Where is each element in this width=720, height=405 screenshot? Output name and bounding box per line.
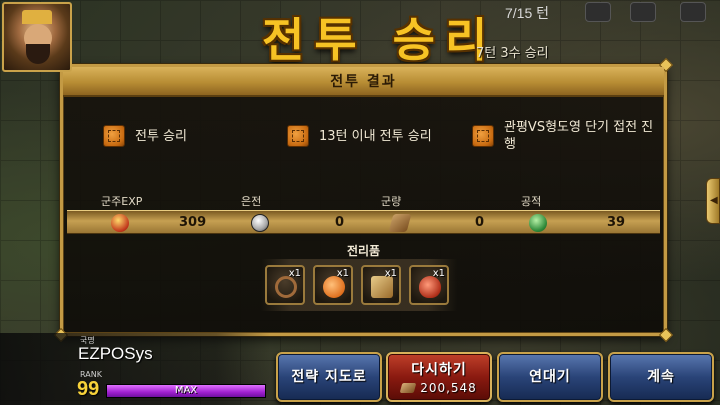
rewards-bar: 309 0 0 39: [67, 210, 660, 234]
avatar[interactable]: [2, 2, 72, 72]
arrow-left-icon: ◀: [710, 195, 718, 206]
exp-label: 군주EXP: [101, 195, 143, 208]
hud-menu-button[interactable]: [585, 2, 611, 22]
loot-item[interactable]: x1: [313, 265, 353, 305]
condition-text: 관평VS형도영 단기 접전 진행: [504, 120, 654, 152]
side-drawer-tab[interactable]: ◀: [706, 178, 720, 224]
scroll-bundle-icon: [371, 276, 393, 298]
food-value: 0: [475, 215, 485, 230]
victory-condition: 관평VS형도영 단기 접전 진행: [472, 119, 654, 153]
panel-header-title: 전투 결과: [330, 74, 397, 90]
player-name: EZPOSys: [78, 344, 153, 363]
loot-title: 전리품: [346, 244, 381, 258]
silver-value: 0: [335, 215, 345, 230]
crown-shape: [22, 10, 52, 24]
loot-qty: x1: [288, 268, 301, 279]
loot-qty: x1: [432, 268, 445, 279]
loot-item[interactable]: x1: [409, 265, 449, 305]
strategy-map-button[interactable]: 전략 지도로: [276, 352, 382, 402]
victory-condition: 13턴 이내 전투 승리: [287, 125, 432, 147]
victory-condition: 전투 승리: [103, 125, 187, 147]
loot-list: x1 x1 x1 x1: [261, 259, 457, 311]
loot-item[interactable]: x1: [361, 265, 401, 305]
loot-item[interactable]: x1: [265, 265, 305, 305]
food-sack-icon: [388, 214, 412, 232]
retry-cost: 200,548: [388, 381, 490, 395]
exp-value: 309: [179, 215, 207, 230]
loot-qty: x1: [384, 268, 397, 279]
merit-icon: [529, 214, 547, 232]
food-sack-icon: [399, 383, 417, 393]
retry-label: 다시하기: [411, 362, 467, 378]
peach-icon: [323, 276, 345, 298]
xp-bar: MAX: [106, 384, 266, 398]
loot-qty: x1: [336, 268, 349, 279]
merit-label: 공적: [521, 195, 542, 208]
xp-text: MAX: [174, 385, 198, 396]
turn-counter: 7/15 턴: [505, 5, 550, 21]
continue-button[interactable]: 계속: [608, 352, 714, 402]
retry-button[interactable]: 다시하기 200,548: [386, 352, 492, 402]
beard-shape: [26, 44, 50, 64]
hud-settings-button[interactable]: [680, 2, 706, 22]
panel-header: 전투 결과: [63, 67, 664, 97]
victory-title: 전투 승리: [262, 13, 498, 67]
seal-icon: [103, 125, 125, 147]
exp-icon: [111, 214, 129, 232]
retry-cost-value: 200,548: [420, 381, 477, 395]
rank-value: 99: [77, 378, 100, 400]
merit-value: 39: [607, 215, 626, 230]
rope-icon: [275, 276, 297, 298]
seal-icon: [472, 125, 494, 147]
seal-icon: [287, 125, 309, 147]
battle-result-panel: 전투 결과 전투 승리 13턴 이내 전투 승리 관평VS형도영 단기 접전 진…: [53, 57, 674, 343]
condition-text: 전투 승리: [135, 128, 187, 144]
condition-text: 13턴 이내 전투 승리: [319, 128, 432, 144]
victory-subtitle: 7턴 3수 승리: [476, 46, 549, 61]
silver-label: 은전: [241, 195, 262, 208]
chronicle-button[interactable]: 연대기: [497, 352, 603, 402]
food-label: 군량: [381, 195, 402, 208]
silver-coin-icon: [251, 214, 269, 232]
hud-options-button[interactable]: [630, 2, 656, 22]
gourd-icon: [419, 276, 441, 298]
